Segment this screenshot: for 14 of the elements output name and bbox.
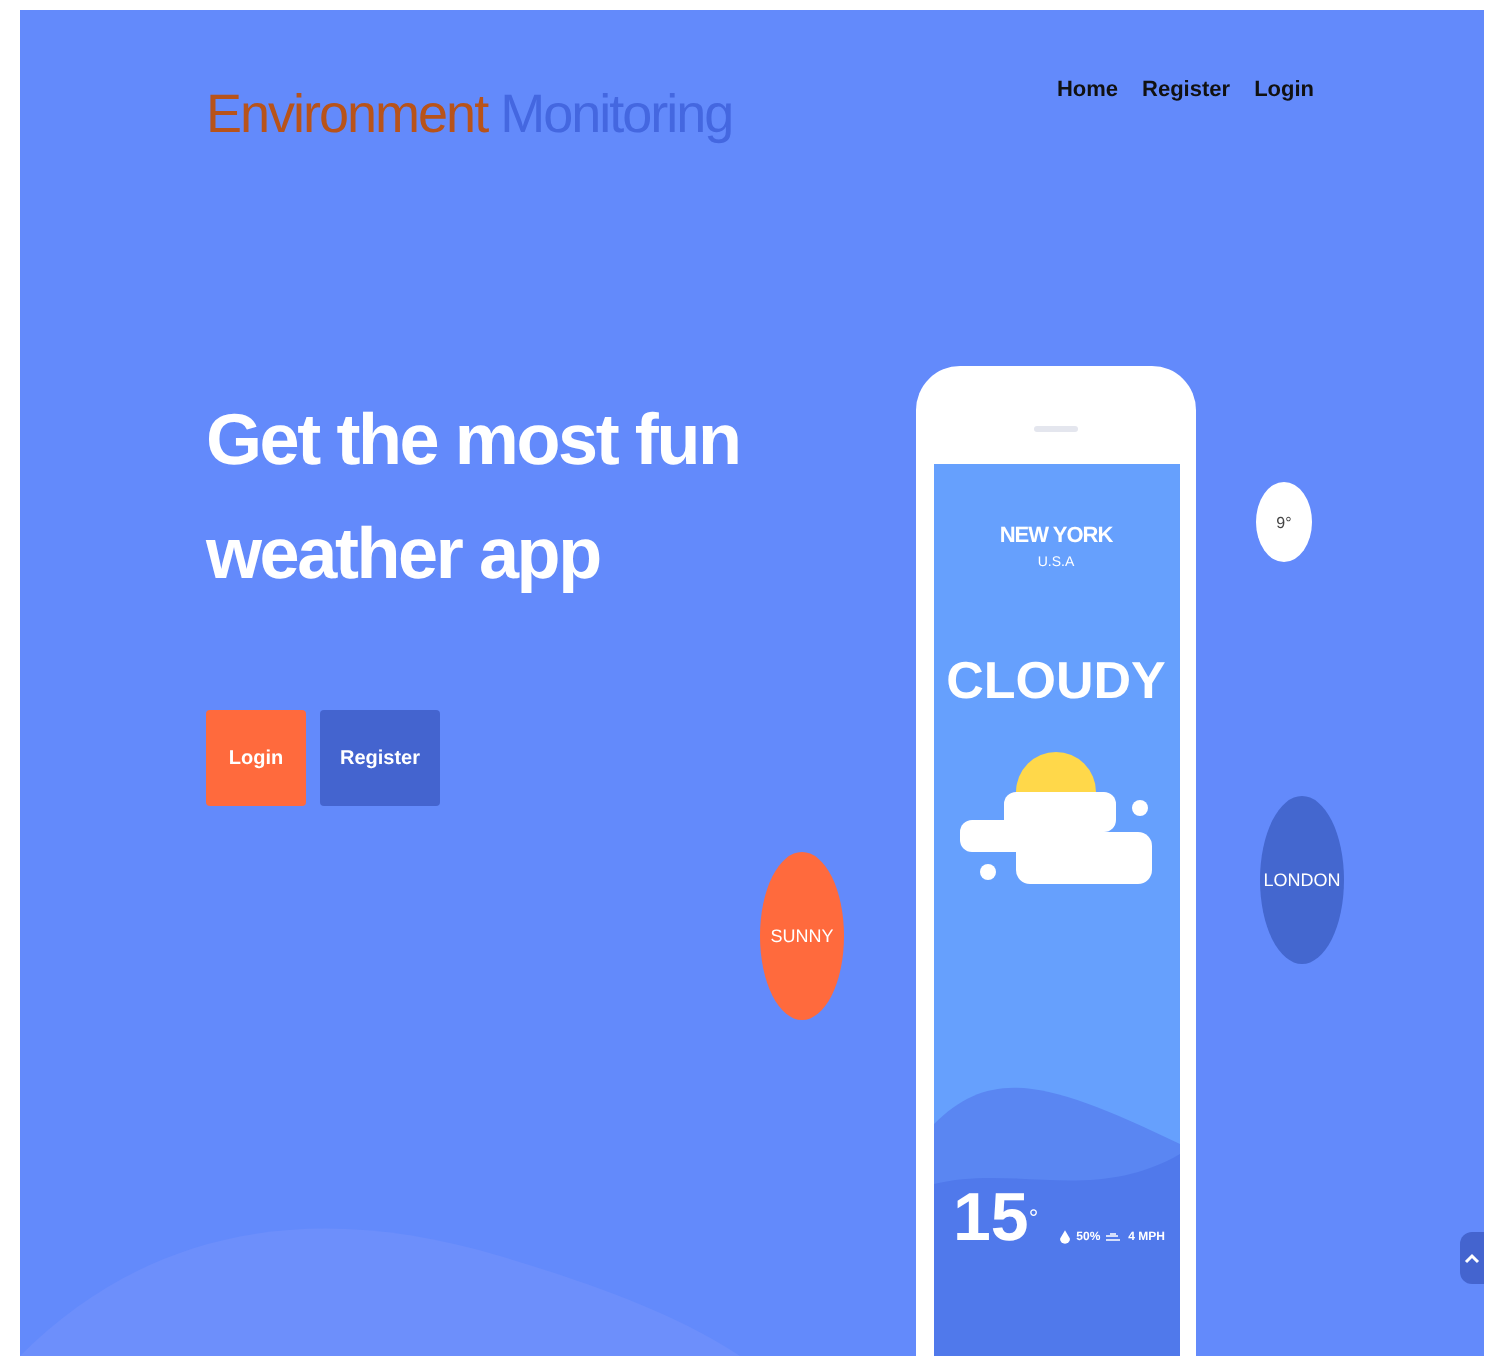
hero-heading: Get the most fun weather app	[206, 396, 742, 598]
chevron-up-icon	[1464, 1252, 1480, 1264]
nav-link[interactable]: Register	[1142, 78, 1231, 102]
nav-link[interactable]: Login	[1254, 78, 1314, 102]
scroll-top-button[interactable]	[1460, 1232, 1484, 1284]
droplet-icon	[1060, 1230, 1071, 1244]
nav-link[interactable]: Home	[1056, 78, 1119, 102]
city-bubble[interactable]: 9°	[1256, 482, 1312, 562]
temperature: 15$^{°}$	[953, 1184, 1039, 1252]
register-button[interactable]: Register	[320, 710, 440, 806]
city-name: NEW YORK	[999, 524, 1113, 548]
city-bubble[interactable]: LONDON	[1260, 796, 1344, 964]
weather-condition: CLOUDY	[946, 650, 1166, 712]
wind-icon	[1106, 1232, 1123, 1244]
